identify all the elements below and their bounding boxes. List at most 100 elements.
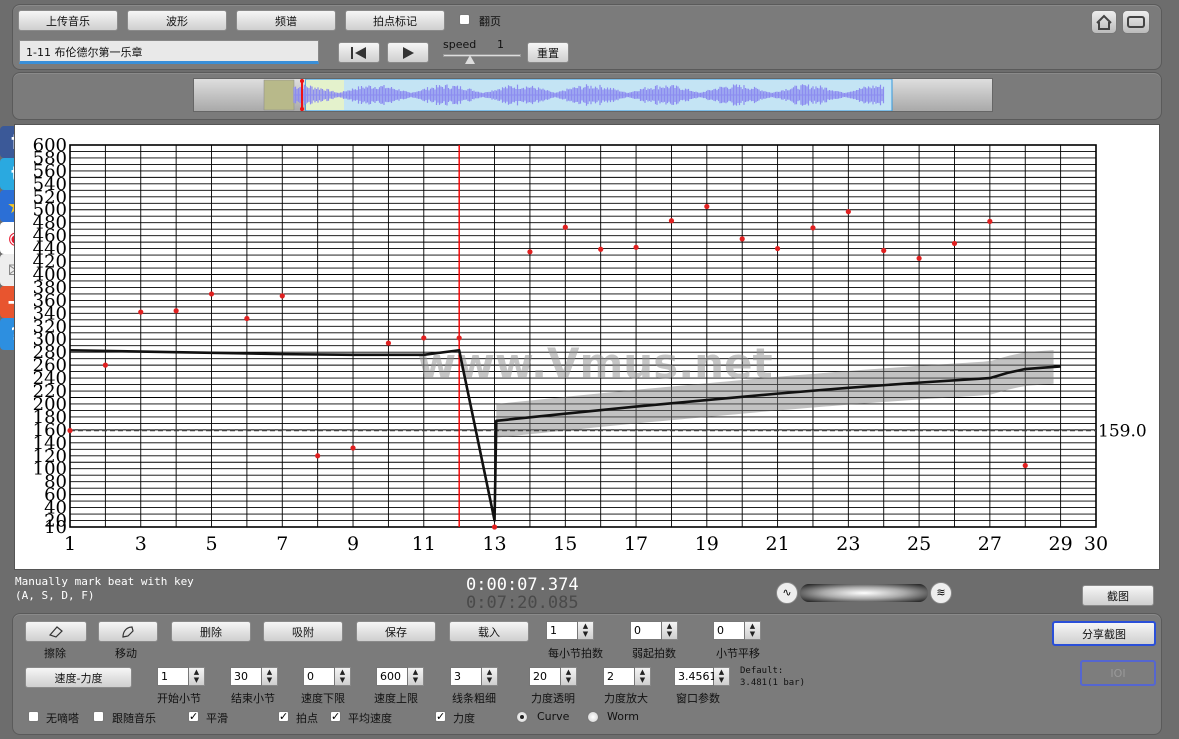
x-tick-label: 29	[1049, 533, 1073, 555]
stepper-arrows[interactable]: ▲ ▼	[714, 667, 730, 686]
pickup-label: 弱起拍数	[632, 647, 676, 660]
default-window-line-2: 3.481(1 bar)	[740, 678, 806, 688]
speed-slider[interactable]	[443, 53, 521, 65]
start-bar-label: 开始小节	[157, 692, 201, 705]
dynamics-alpha-value[interactable]: 20	[529, 667, 561, 686]
eraser-label: 擦除	[44, 647, 66, 660]
pickup-value[interactable]: 0	[630, 621, 662, 640]
waveform-button[interactable]: 波形	[127, 10, 227, 31]
beats-checkbox[interactable]: ✓	[278, 711, 289, 722]
play-button[interactable]	[387, 42, 429, 63]
tempo-chart[interactable]: 10 20 40 60 80 100 120 140 160 180 200 220 240 260 280…	[14, 124, 1160, 570]
line-width-label: 线条粗细	[452, 692, 496, 705]
reset-speed-button[interactable]: 重置	[527, 42, 569, 63]
eraser-button[interactable]	[25, 621, 87, 642]
beat-point	[668, 218, 675, 224]
overview-window-left	[263, 79, 295, 111]
bar-shift-stepper[interactable]: 0 ▲ ▼	[713, 621, 761, 640]
tempo-max-value[interactable]: 600	[376, 667, 408, 686]
page-turn-checkbox[interactable]	[459, 14, 470, 25]
stepper-arrows[interactable]: ▲ ▼	[335, 667, 351, 686]
no-click-checkbox[interactable]	[28, 711, 39, 722]
wave-large-icon: ≋	[930, 582, 952, 604]
stepper-arrows[interactable]: ▲ ▼	[189, 667, 205, 686]
start-bar-value[interactable]: 1	[157, 667, 189, 686]
speed-value: 1	[497, 38, 504, 51]
stepper-arrows[interactable]: ▲ ▼	[662, 621, 678, 640]
dynamics-zoom-value[interactable]: 2	[603, 667, 635, 686]
dynamics-zoom-stepper[interactable]: 2 ▲ ▼	[603, 667, 651, 686]
beat-point	[67, 427, 73, 434]
average-tempo-label: 159.0	[1098, 422, 1147, 442]
fullscreen-icon[interactable]	[1122, 10, 1150, 34]
tempo-max-stepper[interactable]: 600 ▲ ▼	[376, 667, 424, 686]
hint-line-1: Manually mark beat with key	[15, 575, 194, 588]
beat-point	[810, 225, 816, 231]
beat-point	[491, 524, 498, 530]
waveform-overview[interactable]	[193, 78, 993, 112]
save-button[interactable]: 保存	[356, 621, 436, 642]
beat-point	[916, 255, 922, 261]
tempo-min-value[interactable]: 0	[303, 667, 335, 686]
follow-music-checkbox[interactable]	[93, 711, 104, 722]
ioi-button[interactable]: IOI	[1080, 660, 1156, 686]
start-bar-stepper[interactable]: 1 ▲ ▼	[157, 667, 205, 686]
x-tick-label: 25	[907, 533, 931, 555]
x-tick-label: 11	[412, 533, 436, 555]
smooth-checkbox[interactable]: ✓	[188, 711, 199, 722]
follow-music-label: 跟随音乐	[112, 712, 156, 725]
average-tempo-checkbox[interactable]: ✓	[330, 711, 341, 722]
zoom-slider[interactable]: ∿ ≋	[776, 582, 952, 604]
curve-radio[interactable]	[516, 711, 528, 723]
move-button[interactable]	[98, 621, 158, 642]
speed-slider-track	[443, 54, 521, 57]
window-param-stepper[interactable]: 3.4561 ▲ ▼	[674, 667, 730, 686]
stepper-arrows[interactable]: ▲ ▼	[561, 667, 577, 686]
beats-per-bar-stepper[interactable]: 1 ▲ ▼	[546, 621, 594, 640]
end-bar-stepper[interactable]: 30 ▲ ▼	[230, 667, 278, 686]
rewind-button[interactable]	[338, 42, 380, 63]
worm-radio[interactable]	[587, 711, 599, 723]
speed-label: speed	[443, 38, 477, 51]
spectrum-button[interactable]: 频谱	[236, 10, 336, 31]
tempo-dynamics-mode-button[interactable]: 速度-力度	[25, 667, 132, 688]
end-bar-value[interactable]: 30	[230, 667, 262, 686]
overview-playhead-top	[300, 79, 304, 83]
delete-button[interactable]: 删除	[171, 621, 251, 642]
x-tick-label: 9	[347, 533, 359, 555]
tempo-min-stepper[interactable]: 0 ▲ ▼	[303, 667, 351, 686]
pickup-stepper[interactable]: 0 ▲ ▼	[630, 621, 678, 640]
stepper-arrows[interactable]: ▲ ▼	[408, 667, 424, 686]
upload-music-button[interactable]: 上传音乐	[18, 10, 118, 31]
stepper-arrows[interactable]: ▲ ▼	[635, 667, 651, 686]
window-param-value[interactable]: 3.4561	[674, 667, 717, 686]
share-screenshot-button[interactable]: 分享截图	[1052, 621, 1156, 646]
dynamics-checkbox[interactable]: ✓	[435, 711, 446, 722]
x-tick-label: 13	[482, 533, 506, 555]
x-tick-label: 27	[978, 533, 1002, 555]
end-bar-label: 结束小节	[231, 692, 275, 705]
beats-per-bar-value[interactable]: 1	[546, 621, 578, 640]
dynamics-zoom-label: 力度放大	[604, 692, 648, 705]
dynamics-alpha-stepper[interactable]: 20 ▲ ▼	[529, 667, 577, 686]
x-tick-label: 5	[205, 533, 217, 555]
screenshot-button[interactable]: 截图	[1082, 585, 1154, 606]
x-tick-label: 1	[64, 533, 76, 555]
speed-slider-thumb[interactable]	[465, 55, 476, 64]
x-tick-label: 15	[553, 533, 577, 555]
stepper-arrows[interactable]: ▲ ▼	[745, 621, 761, 640]
home-icon[interactable]	[1091, 10, 1117, 34]
stepper-arrows[interactable]: ▲ ▼	[482, 667, 498, 686]
line-width-stepper[interactable]: 3 ▲ ▼	[450, 667, 498, 686]
total-time: 0:07:20.085	[466, 593, 579, 613]
line-width-value[interactable]: 3	[450, 667, 482, 686]
track-title-field[interactable]: 1-11 布伦德尔第一乐章	[19, 40, 319, 64]
snap-button[interactable]: 吸附	[263, 621, 343, 642]
load-button[interactable]: 载入	[449, 621, 529, 642]
beat-point	[1022, 462, 1028, 469]
stepper-arrows[interactable]: ▲ ▼	[578, 621, 594, 640]
beat-mark-button[interactable]: 拍点标记	[345, 10, 445, 31]
worm-label: Worm	[607, 710, 640, 723]
bar-shift-value[interactable]: 0	[713, 621, 745, 640]
stepper-arrows[interactable]: ▲ ▼	[262, 667, 278, 686]
